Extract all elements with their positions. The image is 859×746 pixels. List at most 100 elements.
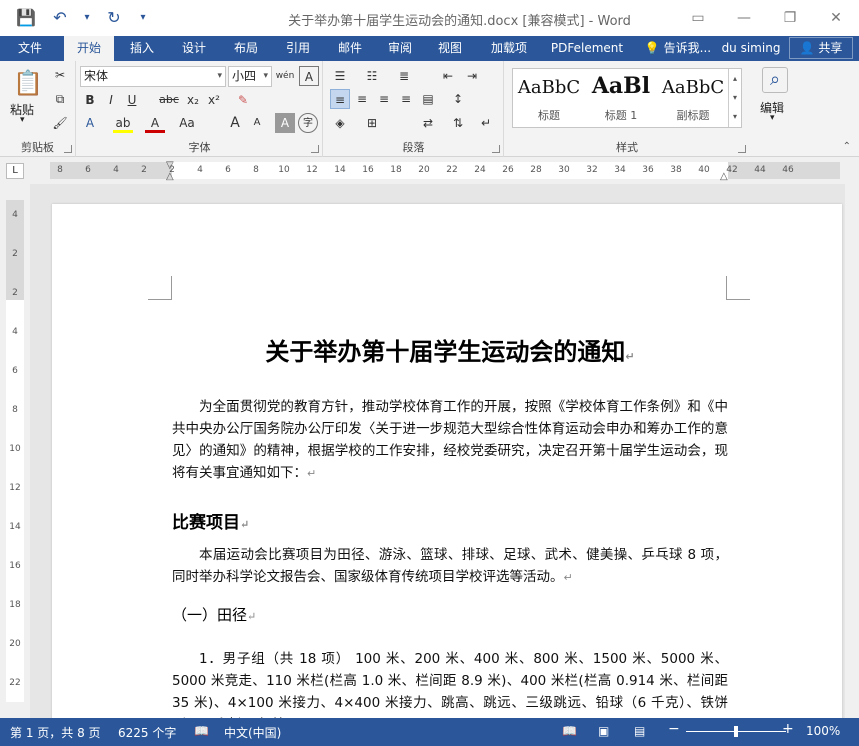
collapse-ribbon-icon[interactable]: ⌃ xyxy=(843,141,851,152)
bullets-icon[interactable]: ☰ xyxy=(330,66,350,86)
tab-view[interactable]: 视图 xyxy=(428,36,472,61)
word-count[interactable]: 6225 个字 xyxy=(118,724,176,741)
align-left-button[interactable]: ≡ xyxy=(330,89,350,109)
styles-launcher-icon[interactable] xyxy=(738,145,746,153)
strikethrough-button[interactable]: abc xyxy=(157,90,181,110)
competition-paragraph[interactable]: 本届运动会比赛项目为田径、游泳、篮球、排球、足球、武术、健美操、乒乓球 8 项，… xyxy=(172,544,728,589)
decrease-indent-icon[interactable]: ⇤ xyxy=(438,66,458,86)
vertical-ruler[interactable]: 4 2 2 4 6 8 10 12 14 16 18 20 22 xyxy=(6,200,24,702)
change-case-button[interactable]: Aa xyxy=(177,113,197,133)
paragraph-launcher-icon[interactable] xyxy=(492,145,500,153)
distributed-button[interactable]: ▤ xyxy=(418,89,438,109)
tab-addins[interactable]: 加载项 xyxy=(482,36,536,61)
clear-formatting-icon[interactable]: ✎ xyxy=(233,90,253,110)
bold-button[interactable]: B xyxy=(80,90,100,110)
cut-icon[interactable]: ✂ xyxy=(50,65,70,85)
line-spacing-icon[interactable]: ↕ xyxy=(448,89,468,109)
heading-competition-items[interactable]: 比赛项目↵ xyxy=(172,508,249,533)
save-icon[interactable]: 💾 xyxy=(14,8,38,28)
print-layout-icon[interactable]: ▣ xyxy=(598,724,609,738)
superscript-button[interactable]: x² xyxy=(204,90,224,110)
tab-design[interactable]: 设计 xyxy=(172,36,216,61)
redo-icon[interactable]: ↻ xyxy=(102,8,126,28)
editing-dropdown-icon[interactable]: ▾ xyxy=(770,113,775,123)
copy-icon[interactable]: ⧉ xyxy=(50,89,70,109)
sort-icon[interactable]: ⇅ xyxy=(448,113,468,133)
borders-icon[interactable]: ⊞ xyxy=(362,113,382,133)
tab-layout[interactable]: 布局 xyxy=(224,36,268,61)
undo-dropdown-icon[interactable]: ▾ xyxy=(82,8,92,28)
search-icon[interactable]: ⌕ xyxy=(762,67,788,93)
minimize-button[interactable]: — xyxy=(721,0,767,36)
intro-paragraph[interactable]: 为全面贯彻党的教育方针，推动学校体育工作的开展，按照《学校体育工作条例》和《中共… xyxy=(172,396,728,485)
customize-qat-icon[interactable]: ▾ xyxy=(136,8,150,28)
right-indent-marker[interactable]: △ xyxy=(720,171,728,182)
web-layout-icon[interactable]: ▤ xyxy=(634,724,645,738)
align-center-button[interactable]: ≡ xyxy=(352,89,372,109)
paste-dropdown-icon[interactable]: ▾ xyxy=(20,115,25,125)
tab-file[interactable]: 文件 xyxy=(0,36,60,61)
font-launcher-icon[interactable] xyxy=(311,145,319,153)
language-indicator[interactable]: 中文(中国) xyxy=(224,724,281,741)
paste-icon[interactable]: 📋 xyxy=(12,67,44,99)
chinese-layout-icon[interactable]: ⇄ xyxy=(418,113,438,133)
zoom-level[interactable]: 100% xyxy=(806,724,840,738)
tab-review[interactable]: 审阅 xyxy=(378,36,422,61)
style-subtitle[interactable]: AaBbC 副标题 xyxy=(657,69,729,127)
font-name-select[interactable]: 宋体 xyxy=(80,66,226,87)
zoom-in-button[interactable]: + xyxy=(782,721,794,737)
tab-pdfelement[interactable]: PDFelement xyxy=(546,36,628,61)
italic-button[interactable]: I xyxy=(101,90,121,110)
show-hide-marks-icon[interactable]: ↵ xyxy=(476,113,496,133)
tab-mailings[interactable]: 邮件 xyxy=(328,36,372,61)
user-account[interactable]: du siming xyxy=(718,36,784,61)
tab-insert[interactable]: 插入 xyxy=(120,36,164,61)
mens-events-paragraph[interactable]: 1．男子组（共 18 项） 100 米、200 米、400 米、800 米、15… xyxy=(172,648,728,718)
tell-me-search[interactable]: 💡 告诉我... xyxy=(640,36,716,61)
restore-button[interactable]: ❐ xyxy=(767,0,813,36)
tab-references[interactable]: 引用 xyxy=(276,36,320,61)
subscript-button[interactable]: x₂ xyxy=(183,90,203,110)
justify-button[interactable]: ≡ xyxy=(396,89,416,109)
first-line-indent-marker[interactable]: ▽ xyxy=(166,160,174,171)
tab-selector[interactable]: L xyxy=(6,163,24,179)
multilevel-list-icon[interactable]: ≣ xyxy=(394,66,414,86)
increase-indent-icon[interactable]: ⇥ xyxy=(462,66,482,86)
style-title[interactable]: AaBbC 标题 xyxy=(513,69,585,127)
text-effects-button[interactable]: A xyxy=(80,113,100,133)
clipboard-launcher-icon[interactable] xyxy=(64,145,72,153)
zoom-slider-handle[interactable] xyxy=(734,726,738,737)
numbering-icon[interactable]: ☷ xyxy=(362,66,382,86)
document-title[interactable]: 关于举办第十届学生运动会的通知↵ xyxy=(172,332,728,367)
align-right-button[interactable]: ≡ xyxy=(374,89,394,109)
font-color-button[interactable]: A xyxy=(145,113,165,133)
tab-home[interactable]: 开始 xyxy=(64,36,114,61)
tell-me-label: 告诉我... xyxy=(663,41,712,55)
ribbon-display-options-icon[interactable]: ▭ xyxy=(675,0,721,36)
underline-button[interactable]: U xyxy=(122,90,142,110)
vertical-scrollbar[interactable] xyxy=(845,184,859,718)
highlight-button[interactable]: ab xyxy=(113,113,133,133)
grow-font-button[interactable]: A xyxy=(225,113,245,133)
shrink-font-button[interactable]: A xyxy=(247,113,267,133)
shading-icon[interactable]: ◈ xyxy=(330,113,350,133)
undo-icon[interactable]: ↶ xyxy=(48,8,72,28)
close-button[interactable]: ✕ xyxy=(813,0,859,36)
style-heading-1[interactable]: AaBl 标题 1 xyxy=(585,69,657,127)
styles-scroll[interactable]: ▴ ▾ ▾ xyxy=(728,69,741,127)
share-button[interactable]: 👤 共享 xyxy=(789,37,853,59)
document-page[interactable]: 关于举办第十届学生运动会的通知↵ 为全面贯彻党的教育方针，推动学校体育工作的开展… xyxy=(52,204,842,718)
enclose-characters-button[interactable]: 字 xyxy=(298,113,318,133)
character-border-icon[interactable]: A xyxy=(299,66,319,86)
read-mode-icon[interactable]: 📖 xyxy=(562,724,577,738)
format-painter-icon[interactable]: 🖌 xyxy=(50,113,70,133)
document-area[interactable]: 关于举办第十届学生运动会的通知↵ 为全面贯彻党的教育方针，推动学校体育工作的开展… xyxy=(30,184,859,718)
font-size-select[interactable]: 小四 xyxy=(228,66,272,87)
zoom-out-button[interactable]: − xyxy=(668,721,680,737)
heading-track-field[interactable]: （一）田径↵ xyxy=(172,604,256,625)
character-shading-button[interactable]: A xyxy=(275,113,295,133)
phonetic-guide-icon[interactable]: wén xyxy=(275,66,295,86)
hanging-indent-marker[interactable]: △ xyxy=(166,171,174,182)
page-count[interactable]: 第 1 页，共 8 页 xyxy=(10,724,101,741)
proofing-icon[interactable]: 📖 xyxy=(194,724,209,738)
